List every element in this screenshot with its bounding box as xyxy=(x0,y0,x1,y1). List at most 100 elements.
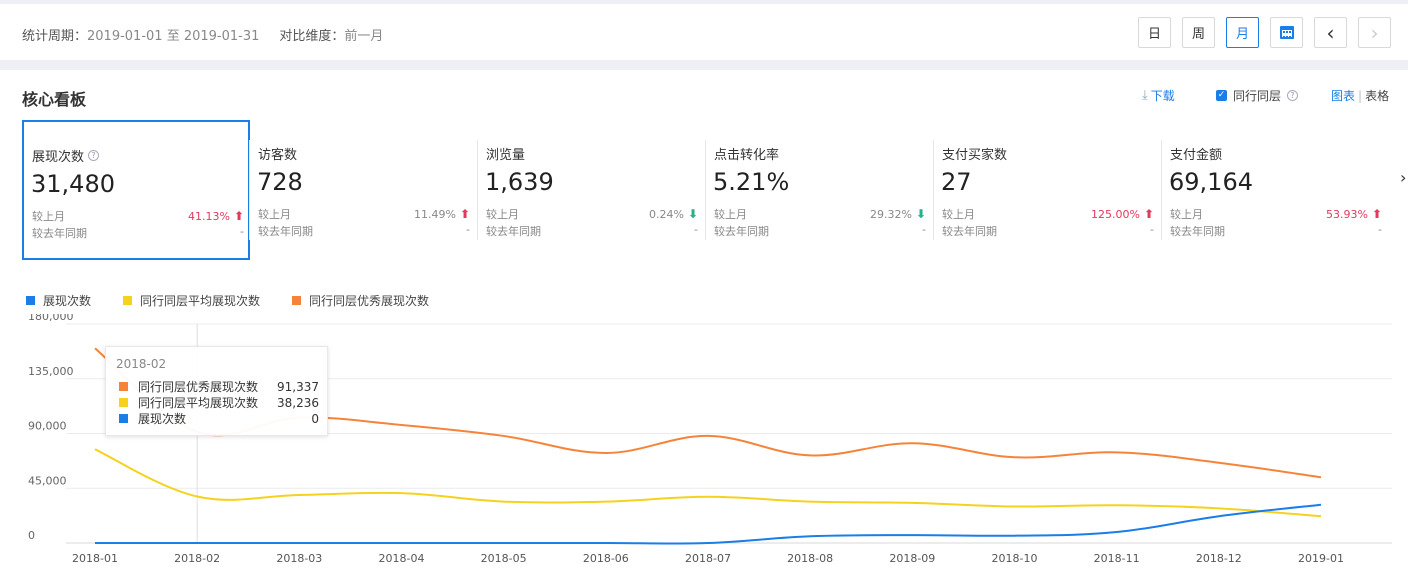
yoy-label: 较去年同期 xyxy=(486,225,541,238)
x-tick-label: 2018-12 xyxy=(1196,552,1242,565)
mom-label: 较上月 xyxy=(1170,208,1203,221)
metric-paying-buyers[interactable]: 支付买家数 27 较上月 125.00% ⬆ 较去年同期 - xyxy=(934,120,1162,260)
x-tick-label: 2018-07 xyxy=(685,552,731,565)
download-icon: ⤓ xyxy=(1142,88,1148,103)
metric-yoy-row: 较去年同期 - xyxy=(32,225,244,241)
metric-yoy-row: 较去年同期 - xyxy=(486,223,698,239)
mom-value: 41.13% xyxy=(187,209,230,223)
yoy-value: - xyxy=(922,223,926,236)
tooltip-swatch xyxy=(119,398,128,407)
x-tick-label: 2019-01 xyxy=(1298,552,1344,565)
series-line-impressions xyxy=(94,503,1322,545)
y-tick-label: 135,000 xyxy=(28,365,74,378)
next-button[interactable]: › xyxy=(1358,17,1391,48)
mom-value: 125.00% xyxy=(1090,207,1140,221)
y-tick-label: 180,000 xyxy=(28,314,74,323)
metric-value: 728 xyxy=(257,168,303,196)
legend-item-peer-average[interactable]: 同行同层平均展现次数 xyxy=(123,292,260,309)
series-line-peer-average xyxy=(94,448,1322,518)
x-tick-label: 2018-02 xyxy=(174,552,220,565)
peer-toggle[interactable]: ✓ 同行同层 ? xyxy=(1216,87,1299,104)
period-bar: 统计周期：2019-01-01 至 2019-01-31 对比维度：前一月 日 周… xyxy=(0,4,1408,60)
x-tick-label: 2018-05 xyxy=(481,552,527,565)
tooltip-row: 同行同层平均展现次数 38,236 xyxy=(119,394,319,411)
x-tick-label: 2018-01 xyxy=(72,552,118,565)
legend-label: 同行同层优秀展现次数 xyxy=(309,294,430,308)
tooltip-row: 展现次数 0 xyxy=(119,410,319,427)
x-tick-label: 2018-09 xyxy=(889,552,935,565)
mom-change: 11.49% ⬆ xyxy=(414,206,470,222)
metric-mom-row: 较上月 29.32% ⬇ xyxy=(714,206,926,222)
week-button[interactable]: 周 xyxy=(1182,17,1215,48)
help-icon[interactable]: ? xyxy=(1287,90,1299,101)
day-button[interactable]: 日 xyxy=(1138,17,1171,48)
download-link[interactable]: ⤓ 下载 xyxy=(1142,87,1175,104)
tooltip-row: 同行同层优秀展现次数 91,337 xyxy=(119,378,319,395)
month-button[interactable]: 月 xyxy=(1226,17,1259,48)
divider xyxy=(249,140,250,240)
metric-yoy-row: 较去年同期 - xyxy=(1170,223,1382,239)
mom-change: 41.13% ⬆ xyxy=(188,208,244,224)
x-tick-label: 2018-06 xyxy=(583,552,629,565)
y-tick-label: 0 xyxy=(28,529,35,542)
legend-item-peer-excellent[interactable]: 同行同层优秀展现次数 xyxy=(292,292,429,309)
calendar-icon xyxy=(1279,26,1294,39)
mom-value: 0.24% xyxy=(648,207,684,221)
yoy-label: 较去年同期 xyxy=(1170,225,1225,238)
mom-label: 较上月 xyxy=(32,210,65,223)
metric-click-conversion[interactable]: 点击转化率 5.21% 较上月 29.32% ⬇ 较去年同期 - xyxy=(706,120,934,260)
metric-value: 1,639 xyxy=(485,168,554,196)
metric-impressions[interactable]: 展现次数 ? 31,480 较上月 41.13% ⬆ 较去年同期 - xyxy=(22,120,250,260)
next-metrics-arrow[interactable]: › xyxy=(1400,168,1406,187)
view-table-tab[interactable]: 表格 xyxy=(1365,89,1389,103)
metric-label: 支付买家数 xyxy=(942,148,1008,163)
yoy-value: - xyxy=(240,225,244,238)
compare-label: 对比维度： xyxy=(279,29,345,44)
checkbox-checked-icon[interactable]: ✓ xyxy=(1216,90,1227,101)
metric-value: 31,480 xyxy=(31,170,115,198)
metric-value: 5.21% xyxy=(713,168,790,196)
mom-change: 125.00% ⬆ xyxy=(1091,206,1154,222)
tooltip-series-name: 展现次数 xyxy=(138,412,187,426)
x-tick-label: 2018-11 xyxy=(1094,552,1140,565)
yoy-label: 较去年同期 xyxy=(714,225,769,238)
x-tick-label: 2018-10 xyxy=(992,552,1038,565)
view-chart-tab[interactable]: 图表 xyxy=(1331,89,1355,103)
metric-mom-row: 较上月 125.00% ⬆ xyxy=(942,206,1154,222)
help-icon[interactable]: ? xyxy=(88,150,100,161)
peer-label: 同行同层 xyxy=(1233,89,1282,103)
metric-payment-amount[interactable]: 支付金额 69,164 较上月 53.93% ⬆ 较去年同期 - xyxy=(1162,120,1390,260)
yoy-value: - xyxy=(466,223,470,236)
mom-label: 较上月 xyxy=(258,208,291,221)
prev-button[interactable]: ‹ xyxy=(1314,17,1347,48)
calendar-button[interactable] xyxy=(1270,17,1303,48)
view-separator: | xyxy=(1358,89,1363,103)
arrow-up-icon: ⬆ xyxy=(1371,207,1382,221)
legend-label: 同行同层平均展现次数 xyxy=(140,294,261,308)
yoy-value: - xyxy=(1150,223,1154,236)
y-tick-label: 45,000 xyxy=(28,474,67,487)
legend-label: 展现次数 xyxy=(43,294,92,308)
metric-label: 浏览量 xyxy=(486,148,526,163)
metric-yoy-row: 较去年同期 - xyxy=(258,223,470,239)
metric-label-wrap: 展现次数 ? xyxy=(32,146,100,165)
metric-value: 69,164 xyxy=(1169,168,1253,196)
legend-item-impressions[interactable]: 展现次数 xyxy=(26,292,91,309)
arrow-up-icon: ⬆ xyxy=(1143,207,1154,221)
tooltip-swatch xyxy=(119,382,128,391)
metric-pageviews[interactable]: 浏览量 1,639 较上月 0.24% ⬇ 较去年同期 - xyxy=(478,120,706,260)
panel-title: 核心看板 xyxy=(22,90,87,109)
x-tick-label: 2018-03 xyxy=(276,552,322,565)
tooltip-series-name: 同行同层平均展现次数 xyxy=(138,396,259,410)
metric-mom-row: 较上月 11.49% ⬆ xyxy=(258,206,470,222)
metric-visitors[interactable]: 访客数 728 较上月 11.49% ⬆ 较去年同期 - xyxy=(249,120,478,260)
arrow-down-icon: ⬇ xyxy=(915,207,926,221)
mom-value: 29.32% xyxy=(869,207,912,221)
tooltip-series-name: 同行同层优秀展现次数 xyxy=(138,380,259,394)
mom-change: 53.93% ⬆ xyxy=(1326,206,1382,222)
arrow-down-icon: ⬇ xyxy=(687,207,698,221)
mom-change: 0.24% ⬇ xyxy=(649,206,698,222)
mom-label: 较上月 xyxy=(714,208,747,221)
mom-value: 53.93% xyxy=(1325,207,1368,221)
compare-value: 前一月 xyxy=(344,29,384,44)
